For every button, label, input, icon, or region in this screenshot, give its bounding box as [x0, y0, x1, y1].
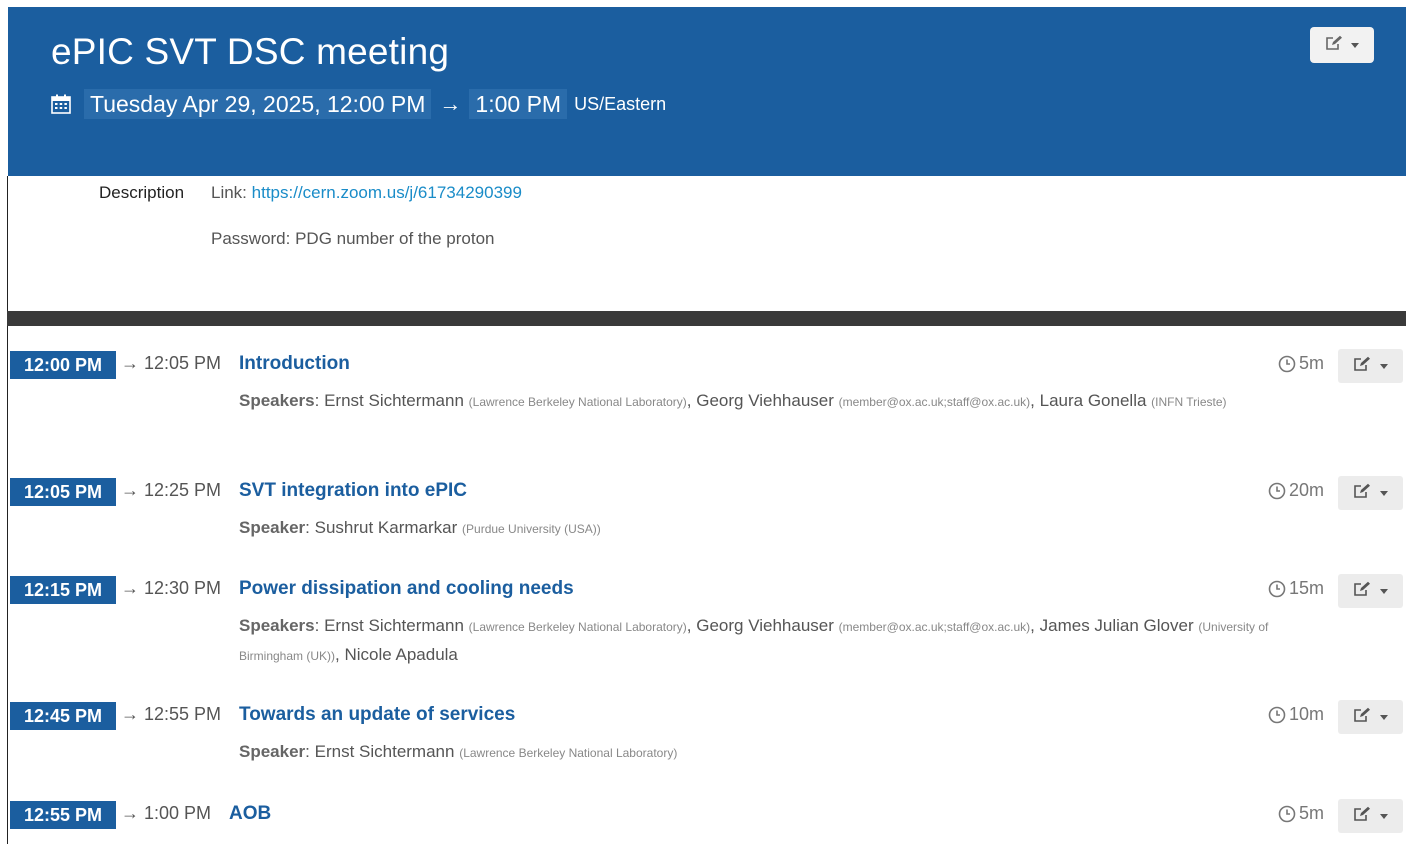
entry-start-time: 12:05 PM: [10, 478, 116, 506]
event-edit-dropdown-button[interactable]: [1310, 27, 1374, 63]
speaker-name: Ernst Sichtermann: [324, 616, 464, 635]
event-timezone: US/Eastern: [574, 93, 667, 114]
entry-edit-dropdown-button[interactable]: [1338, 349, 1403, 383]
speaker-name: Nicole Apadula: [344, 645, 458, 664]
entry-edit-dropdown-button[interactable]: [1338, 799, 1403, 833]
event-end-time: 1:00 PM: [469, 89, 568, 119]
entry-title-link[interactable]: Introduction: [239, 353, 350, 375]
description-link-line: Link: https://cern.zoom.us/j/61734290399: [211, 183, 522, 203]
page-left-border: [7, 176, 8, 844]
speaker-name: Ernst Sichtermann: [314, 742, 455, 761]
entry-end-time: → 12:05 PM: [121, 353, 222, 373]
clock-icon: [1278, 805, 1296, 823]
speaker-affiliation: (Lawrence Berkeley National Laboratory): [468, 620, 687, 634]
chevron-down-icon: [1380, 813, 1388, 819]
edit-icon: [1353, 581, 1371, 602]
entry-speakers: Speakers: Ernst Sichtermann (Lawrence Be…: [239, 616, 1269, 664]
speaker-affiliation: (INFN Trieste): [1151, 395, 1227, 409]
entry-speakers: Speaker: Ernst Sichtermann (Lawrence Ber…: [239, 742, 678, 761]
chevron-down-icon: [1380, 363, 1388, 369]
edit-icon: [1325, 35, 1343, 56]
speaker-affiliation: (Purdue University (USA)): [462, 522, 601, 536]
edit-icon: [1353, 356, 1371, 377]
speaker-name: Georg Viehhauser: [696, 391, 834, 410]
speaker-affiliation: (Lawrence Berkeley National Laboratory): [468, 395, 687, 409]
entry-title-link[interactable]: Power dissipation and cooling needs: [239, 578, 574, 600]
entry-speakers: Speakers: Ernst Sichtermann (Lawrence Be…: [239, 391, 1227, 410]
speaker-name: James Julian Glover: [1039, 616, 1194, 635]
entry-start-time: 12:00 PM: [10, 351, 116, 379]
speakers-label: Speakers: [239, 616, 315, 635]
speaker-name: Ernst Sichtermann: [324, 391, 464, 410]
entry-duration: 20m: [1268, 480, 1324, 501]
duration-value: 20m: [1288, 480, 1324, 500]
description-label: Description: [99, 183, 185, 202]
speaker-affiliation: (Lawrence Berkeley National Laboratory): [459, 746, 678, 760]
description-password: Password: PDG number of the proton: [211, 229, 495, 248]
zoom-link[interactable]: https://cern.zoom.us/j/61734290399: [252, 183, 522, 202]
duration-value: 10m: [1288, 704, 1324, 724]
entry-end-time: → 12:55 PM: [121, 704, 222, 724]
entry-start-time: 12:15 PM: [10, 576, 116, 604]
calendar-icon: [51, 94, 71, 114]
entry-start-time: 12:45 PM: [10, 702, 116, 730]
speaker-affiliation: (member@ox.ac.uk;staff@ox.ac.uk): [838, 395, 1031, 409]
entry-edit-dropdown-button[interactable]: [1338, 574, 1403, 608]
entry-title-link[interactable]: SVT integration into ePIC: [239, 480, 467, 502]
event-start-datetime: Tuesday Apr 29, 2025, 12:00 PM: [84, 89, 432, 119]
speakers-label: Speakers: [239, 391, 315, 410]
entry-duration: 5m: [1278, 353, 1324, 374]
speaker-affiliation: (member@ox.ac.uk;staff@ox.ac.uk): [838, 620, 1031, 634]
entry-edit-dropdown-button[interactable]: [1338, 700, 1403, 734]
duration-value: 15m: [1288, 578, 1324, 598]
entry-end-time: → 1:00 PM: [121, 803, 212, 823]
speakers-label: Speaker: [239, 518, 306, 537]
duration-value: 5m: [1298, 803, 1324, 823]
edit-icon: [1353, 806, 1371, 827]
edit-icon: [1353, 707, 1371, 728]
clock-icon: [1268, 482, 1286, 500]
event-title: ePIC SVT DSC meeting: [51, 31, 450, 72]
entry-end-time: → 12:30 PM: [121, 578, 222, 598]
link-prefix: Link:: [211, 183, 252, 202]
entry-duration: 5m: [1278, 803, 1324, 824]
entry-duration: 15m: [1268, 578, 1324, 599]
speaker-name: Laura Gonella: [1039, 391, 1147, 410]
entry-title-link[interactable]: Towards an update of services: [239, 704, 515, 726]
duration-value: 5m: [1298, 353, 1324, 373]
timetable-divider: [7, 311, 1406, 326]
chevron-down-icon: [1380, 714, 1388, 720]
entry-start-time: 12:55 PM: [10, 801, 116, 829]
clock-icon: [1278, 355, 1296, 373]
entry-edit-dropdown-button[interactable]: [1338, 476, 1403, 510]
event-time-arrow: →: [439, 91, 462, 116]
entry-title-link[interactable]: AOB: [229, 803, 271, 825]
chevron-down-icon: [1351, 42, 1359, 48]
entry-end-time: → 12:25 PM: [121, 480, 222, 500]
event-date-row: Tuesday Apr 29, 2025, 12:00 PM → 1:00 PM…: [51, 89, 666, 119]
chevron-down-icon: [1380, 588, 1388, 594]
speaker-name: Sushrut Karmarkar: [314, 518, 458, 537]
entry-duration: 10m: [1268, 704, 1324, 725]
edit-icon: [1353, 483, 1371, 504]
speakers-label: Speaker: [239, 742, 306, 761]
speaker-name: Georg Viehhauser: [696, 616, 834, 635]
chevron-down-icon: [1380, 490, 1388, 496]
entry-speakers: Speaker: Sushrut Karmarkar (Purdue Unive…: [239, 518, 601, 537]
clock-icon: [1268, 580, 1286, 598]
clock-icon: [1268, 706, 1286, 724]
event-header: ePIC SVT DSC meeting Tuesday Apr 29, 202…: [8, 7, 1406, 176]
